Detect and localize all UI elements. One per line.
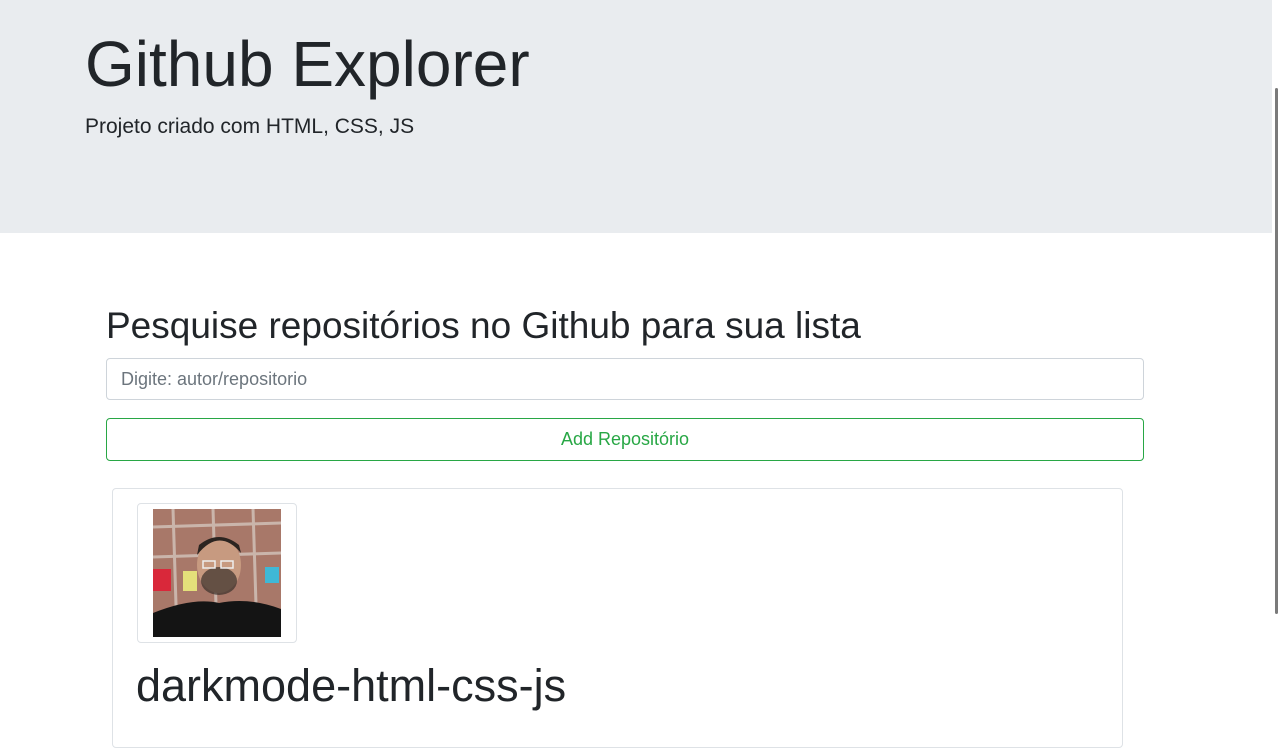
repository-card: darkmode-html-css-js (112, 488, 1123, 748)
page-title: Github Explorer (85, 28, 530, 100)
scrollbar-thumb[interactable] (1275, 88, 1278, 614)
repository-search-input[interactable] (106, 358, 1144, 400)
page-subtitle: Projeto criado com HTML, CSS, JS (85, 115, 415, 138)
add-repository-button[interactable]: Add Repositório (106, 418, 1144, 461)
avatar-thumbnail (137, 503, 297, 643)
page-scrollbar[interactable] (1272, 0, 1280, 720)
header-jumbotron: Github Explorer Projeto criado com HTML,… (0, 0, 1280, 233)
user-avatar-icon (153, 509, 281, 637)
search-heading: Pesquise repositórios no Github para sua… (106, 305, 861, 346)
repository-name[interactable]: darkmode-html-css-js (136, 659, 566, 713)
